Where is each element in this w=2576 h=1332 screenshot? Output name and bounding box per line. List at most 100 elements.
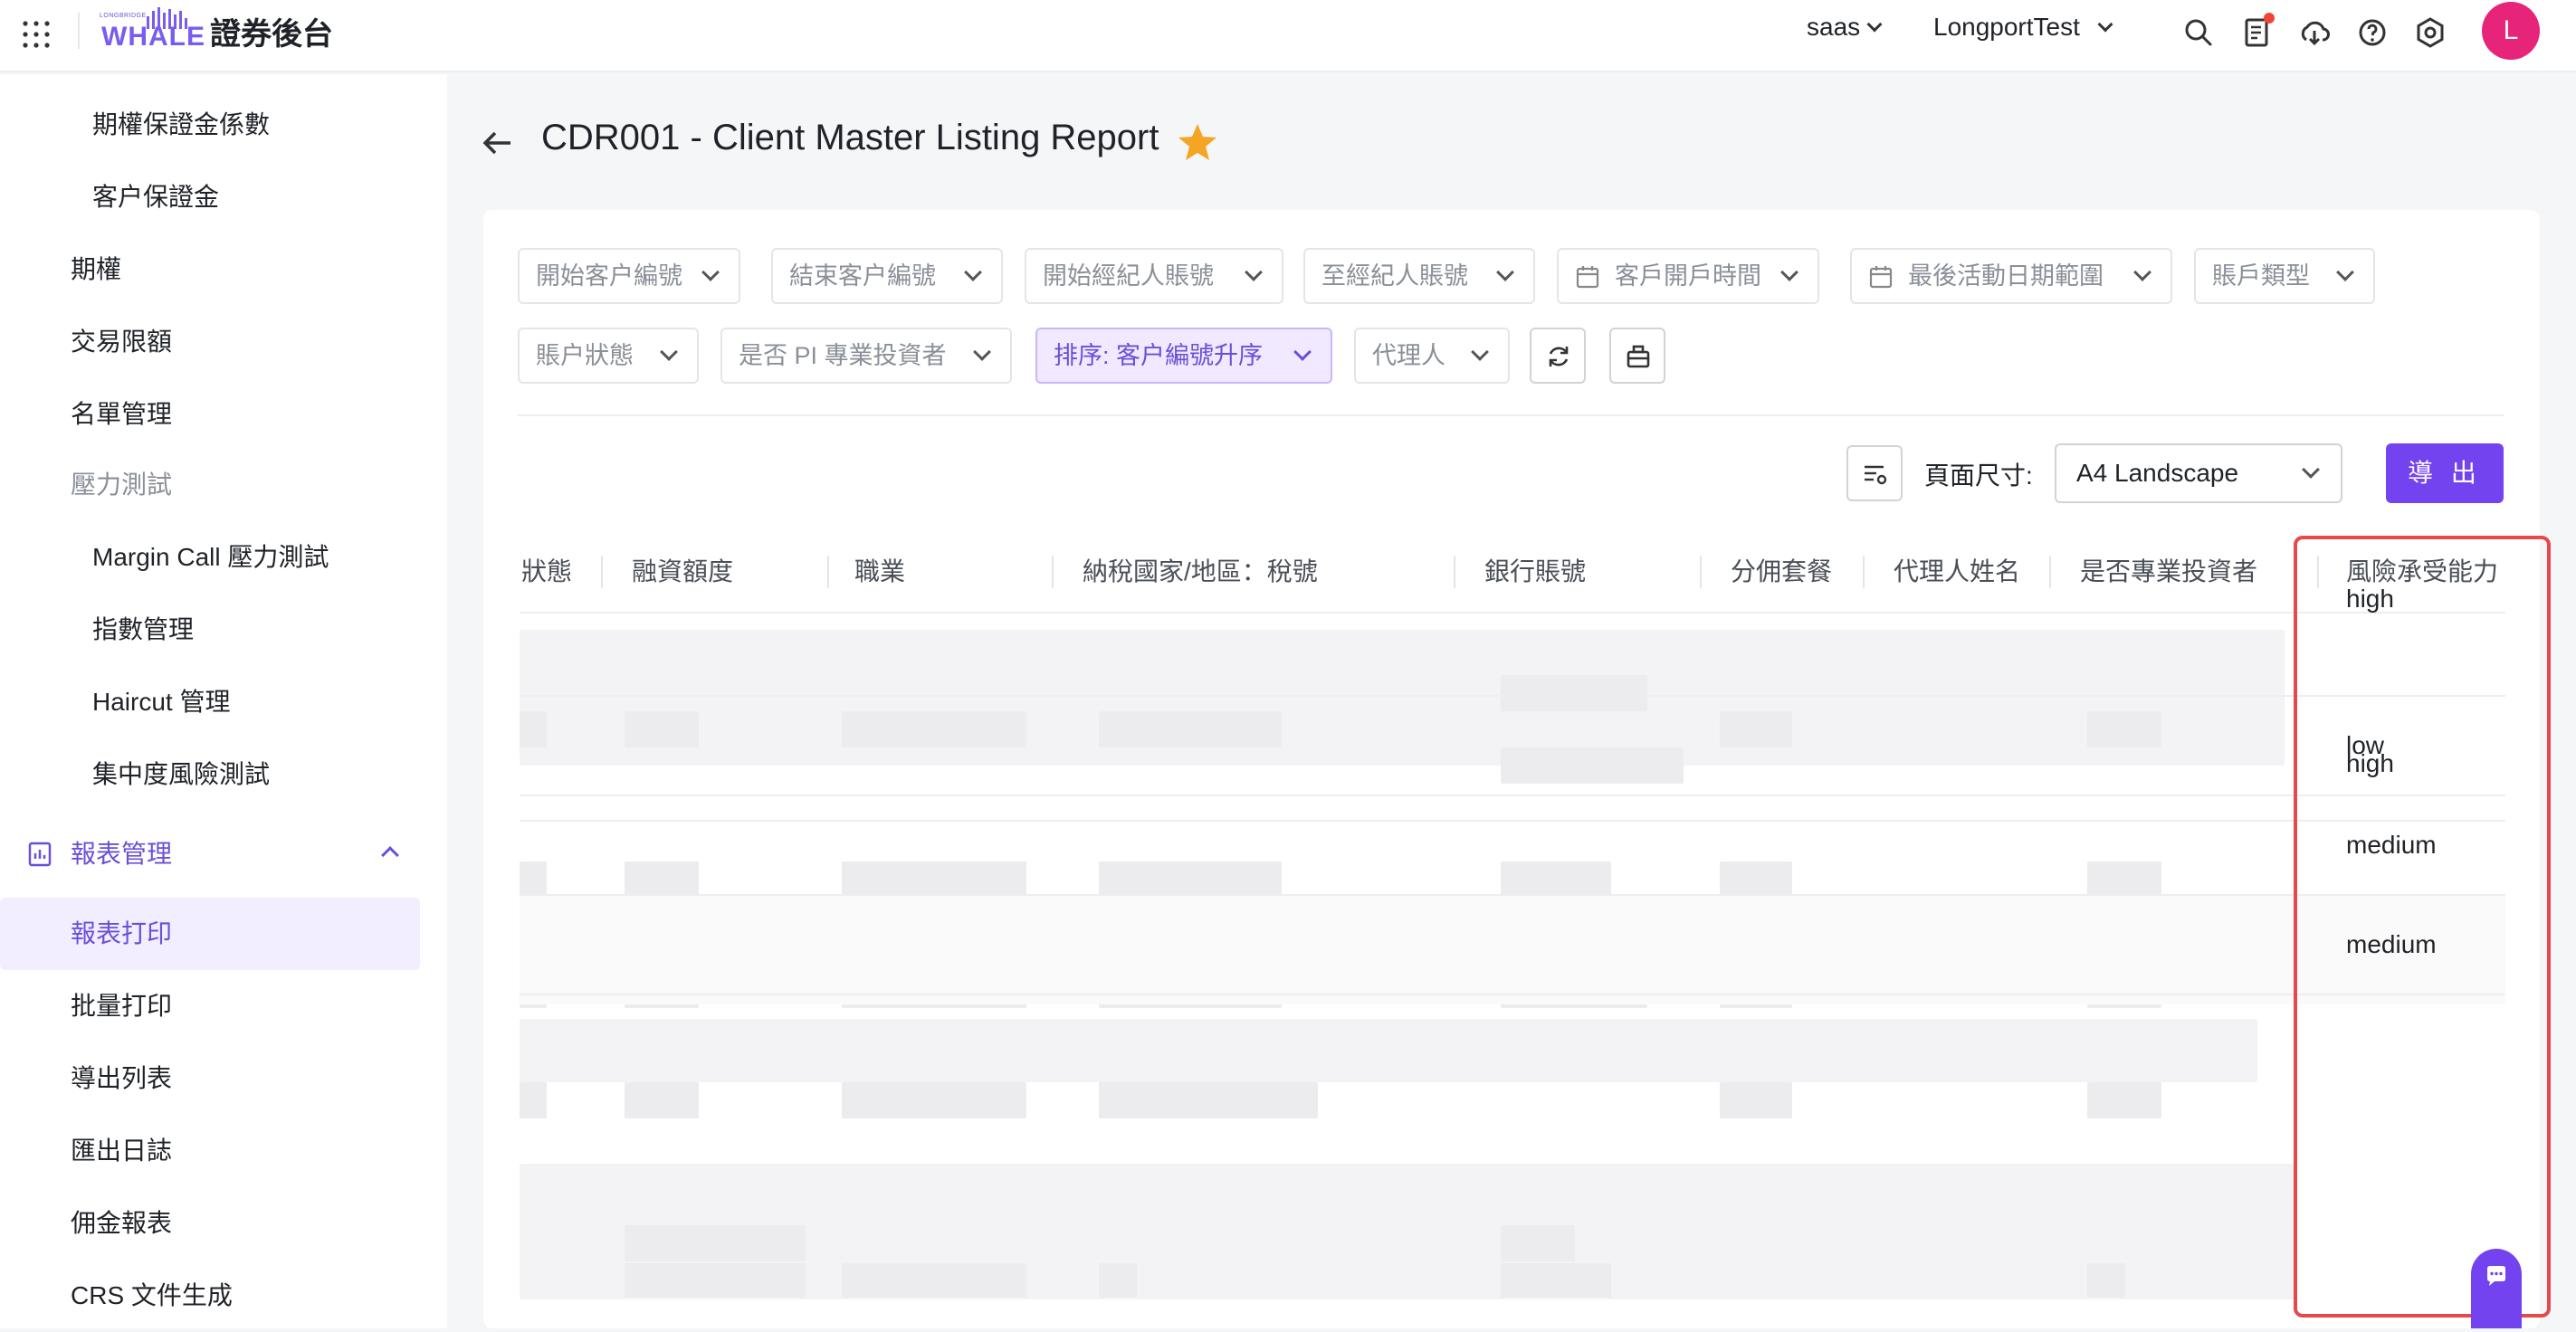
sidebar-item-option-margin-ratio[interactable]: 期權保證金係數 xyxy=(0,89,420,161)
page-size-value: A4 Landscape xyxy=(2076,459,2239,487)
redacted-cell xyxy=(520,861,547,898)
column-header-status: 狀態 xyxy=(521,557,573,585)
refresh-button[interactable] xyxy=(1530,328,1586,384)
chat-button[interactable] xyxy=(2471,1249,2522,1328)
sidebar-item-trading-limits[interactable]: 交易限額 xyxy=(0,306,420,378)
sidebar-item-list-management[interactable]: 名單管理 xyxy=(0,378,420,451)
redacted-cell xyxy=(1720,711,1792,747)
last-active-filter[interactable]: 最後活動日期範圍 xyxy=(1850,248,2172,304)
row-divider xyxy=(520,820,2505,822)
back-arrow-icon[interactable] xyxy=(480,125,516,161)
settings-icon[interactable] xyxy=(2414,16,2447,49)
agent-filter[interactable]: 代理人 xyxy=(1354,328,1510,384)
filter-label: 排序: 客户編號升序 xyxy=(1054,342,1264,369)
chevron-down-icon xyxy=(1293,343,1312,361)
sidebar-item-concentration-risk-test[interactable]: 集中度風險測試 xyxy=(0,738,420,811)
column-header-agent-name: 代理人姓名 xyxy=(1894,557,2021,585)
redacted-cell xyxy=(1720,1082,1792,1118)
filter-label: 開始經紀人賬號 xyxy=(1043,262,1214,290)
report-chart-icon xyxy=(28,842,52,867)
logo-bars-icon xyxy=(147,7,187,29)
column-separator xyxy=(827,556,829,588)
export-button[interactable]: 導 出 xyxy=(2386,443,2504,503)
redacted-cell xyxy=(2087,861,2161,898)
row-divider xyxy=(520,994,2505,995)
redacted-row-background xyxy=(520,1019,2257,1082)
page-size-select[interactable]: A4 Landscape xyxy=(2055,443,2342,503)
sidebar-item-report-print[interactable]: 報表打印 xyxy=(0,898,420,970)
chevron-down-icon xyxy=(1780,263,1798,281)
redacted-cell xyxy=(625,711,699,747)
clear-filters-button[interactable] xyxy=(1609,328,1665,384)
column-separator xyxy=(601,556,603,588)
redacted-cell xyxy=(625,1082,699,1118)
help-icon[interactable] xyxy=(2356,16,2389,49)
sidebar-item-commission-report[interactable]: 佣金報表 xyxy=(0,1187,420,1260)
chevron-down-icon xyxy=(701,263,720,281)
start-client-filter[interactable]: 開始客户編號 xyxy=(518,248,740,304)
account-dropdown[interactable]: LongportTest xyxy=(1933,13,2113,42)
start-broker-filter[interactable]: 開始經紀人賬號 xyxy=(1025,248,1283,304)
sidebar-group-report-management[interactable]: 報表管理 xyxy=(0,818,420,890)
pi-investor-filter[interactable]: 是否 PI 專業投資者 xyxy=(720,328,1012,384)
redacted-cell xyxy=(2087,1082,2161,1118)
sidebar-item-export-list[interactable]: 導出列表 xyxy=(0,1042,420,1115)
sidebar-item-margin-call-stress-test[interactable]: Margin Call 壓力測試 xyxy=(0,521,420,594)
sidebar-item-haircut-management[interactable]: Haircut 管理 xyxy=(0,666,420,738)
end-client-filter[interactable]: 結束客户編號 xyxy=(771,248,1003,304)
redacted-cell xyxy=(842,1263,1026,1298)
sidebar-item-stress-test[interactable]: 壓力測試 xyxy=(0,449,420,521)
chevron-down-icon xyxy=(1866,16,1883,33)
redacted-cell xyxy=(1099,861,1282,898)
sort-filter[interactable]: 排序: 客户編號升序 xyxy=(1035,328,1332,384)
chevron-down-icon xyxy=(2336,263,2354,281)
sidebar: 期權保證金係數 客户保證金 期權 交易限額 名單管理 壓力測試 Margin C… xyxy=(0,74,447,1328)
logo-small-text: LONGBRIDGE xyxy=(100,13,147,19)
sidebar-item-batch-print[interactable]: 批量打印 xyxy=(0,970,420,1042)
page-size-label: 頁面尺寸: xyxy=(1924,461,2033,490)
apps-grid-icon[interactable] xyxy=(20,18,52,51)
search-icon[interactable] xyxy=(2182,16,2215,49)
chevron-down-icon xyxy=(1471,343,1489,361)
page-title: CDR001 - Client Master Listing Report xyxy=(541,118,1159,157)
avatar[interactable]: L xyxy=(2482,2,2540,60)
sidebar-item-client-margin[interactable]: 客户保證金 xyxy=(0,161,420,233)
calendar-icon xyxy=(1576,266,1599,289)
account-type-filter[interactable]: 賬戶類型 xyxy=(2194,248,2375,304)
sidebar-item-export-log[interactable]: 匯出日誌 xyxy=(0,1115,420,1187)
favorite-star-icon[interactable] xyxy=(1177,121,1218,163)
column-separator xyxy=(1863,556,1865,588)
notification-badge xyxy=(2264,13,2275,24)
tenant-dropdown[interactable]: saas xyxy=(1807,13,1883,42)
column-separator xyxy=(2049,556,2051,588)
chevron-down-icon xyxy=(2302,461,2320,479)
redacted-cell xyxy=(842,711,1026,747)
filter-label: 是否 PI 專業投資者 xyxy=(739,342,947,369)
redacted-cell xyxy=(1501,1263,1611,1298)
filter-label: 至經紀人賬號 xyxy=(1321,262,1468,290)
column-header-bank-account: 銀行賬號 xyxy=(1484,557,1587,585)
column-separator xyxy=(1454,556,1455,588)
sidebar-item-crs-file[interactable]: CRS 文件生成 xyxy=(0,1260,420,1332)
chevron-down-icon xyxy=(1496,263,1514,281)
filter-label: 賬户狀態 xyxy=(536,342,634,369)
column-settings-icon xyxy=(1865,465,1887,485)
top-bar: LONGBRIDGE WHALE 證券後台 saas LongportTest xyxy=(0,0,2576,72)
column-settings-button[interactable] xyxy=(1846,445,1903,501)
open-time-filter[interactable]: 客戶開戶時間 xyxy=(1557,248,1819,304)
redacted-cell xyxy=(842,1082,1026,1118)
redacted-cell xyxy=(1501,675,1647,711)
sidebar-item-index-management[interactable]: 指數管理 xyxy=(0,594,420,666)
cloud-download-icon[interactable] xyxy=(2298,16,2331,49)
column-header-professional-investor: 是否專業投資者 xyxy=(2080,557,2258,585)
table-row-hover xyxy=(520,896,2505,1004)
report-card: 開始客户編號 結束客户編號 開始經紀人賬號 至經紀人賬號 客戶開戶時間 最後活動… xyxy=(483,210,2540,1328)
redacted-cell xyxy=(1501,861,1611,898)
eraser-icon xyxy=(1627,345,1650,368)
to-broker-filter[interactable]: 至經紀人賬號 xyxy=(1303,248,1535,304)
account-status-filter[interactable]: 賬户狀態 xyxy=(518,328,699,384)
redacted-cell xyxy=(1720,861,1792,898)
filter-label: 最後活動日期範圍 xyxy=(1908,262,2104,290)
sidebar-group-label: 報表管理 xyxy=(71,840,173,868)
sidebar-item-options[interactable]: 期權 xyxy=(0,233,420,306)
